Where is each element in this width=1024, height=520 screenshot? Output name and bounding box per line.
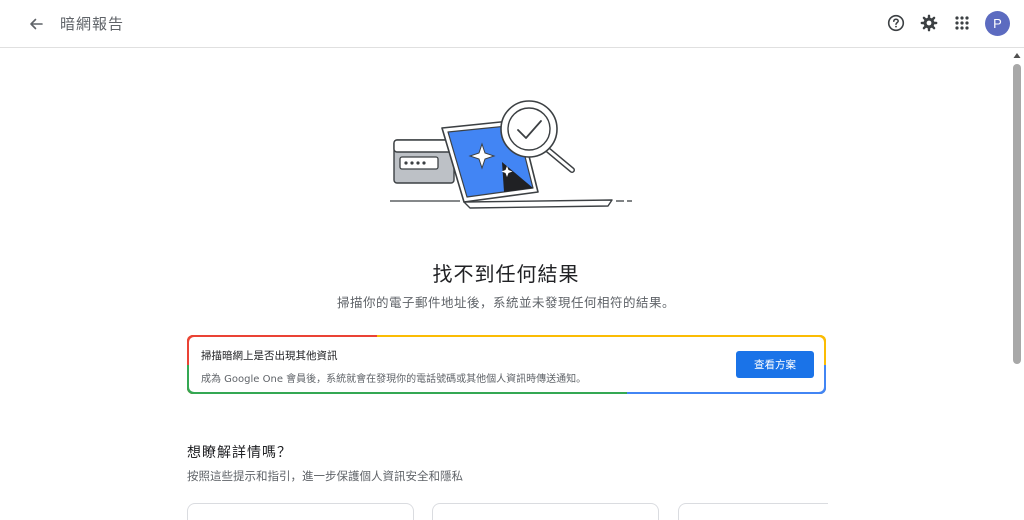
result-subtitle: 掃描你的電子郵件地址後，系統並未發現任何相符的結果。 (336, 295, 675, 310)
help-circle-icon (887, 14, 905, 32)
top-actions: P (876, 10, 1010, 36)
learn-more-title: 想瞭解詳情嗎？ (187, 445, 292, 461)
scroll-up-arrow-icon[interactable] (1013, 50, 1021, 60)
view-plans-button[interactable]: 查看方案 (736, 351, 814, 378)
tip-card[interactable] (432, 503, 659, 520)
top-bar: 暗網報告 P (0, 0, 1024, 48)
promo-description: 成為 Google One 會員後，系統就會在發現你的電話號碼或其他個人資訊時傳… (201, 374, 587, 385)
page-scrollbar[interactable] (1012, 50, 1022, 520)
apps-button[interactable] (949, 10, 975, 36)
google-one-promo-card: 掃描暗網上是否出現其他資訊 成為 Google One 會員後，系統就會在發現你… (187, 335, 826, 394)
help-button[interactable] (883, 10, 909, 36)
page-title: 暗網報告 (60, 15, 125, 33)
apps-grid-icon (955, 16, 969, 30)
back-button[interactable] (24, 12, 48, 36)
tip-card[interactable] (678, 503, 828, 520)
laptop-magnifier-check-illustration (390, 100, 632, 209)
result-title: 找不到任何結果 (432, 262, 580, 286)
learn-more-subtitle: 按照這些提示和指引，進一步保護個人資訊安全和隱私 (187, 469, 463, 483)
scroll-thumb[interactable] (1013, 64, 1021, 364)
promo-title: 掃描暗網上是否出現其他資訊 (201, 350, 338, 362)
account-avatar[interactable]: P (985, 10, 1010, 36)
arrow-back-icon (30, 18, 43, 30)
tip-card[interactable] (187, 503, 414, 520)
gear-icon (920, 14, 938, 32)
browser-window-icon (393, 139, 455, 184)
settings-button[interactable] (916, 10, 942, 36)
promo-card-body: 掃描暗網上是否出現其他資訊 成為 Google One 會員後，系統就會在發現你… (189, 337, 824, 392)
